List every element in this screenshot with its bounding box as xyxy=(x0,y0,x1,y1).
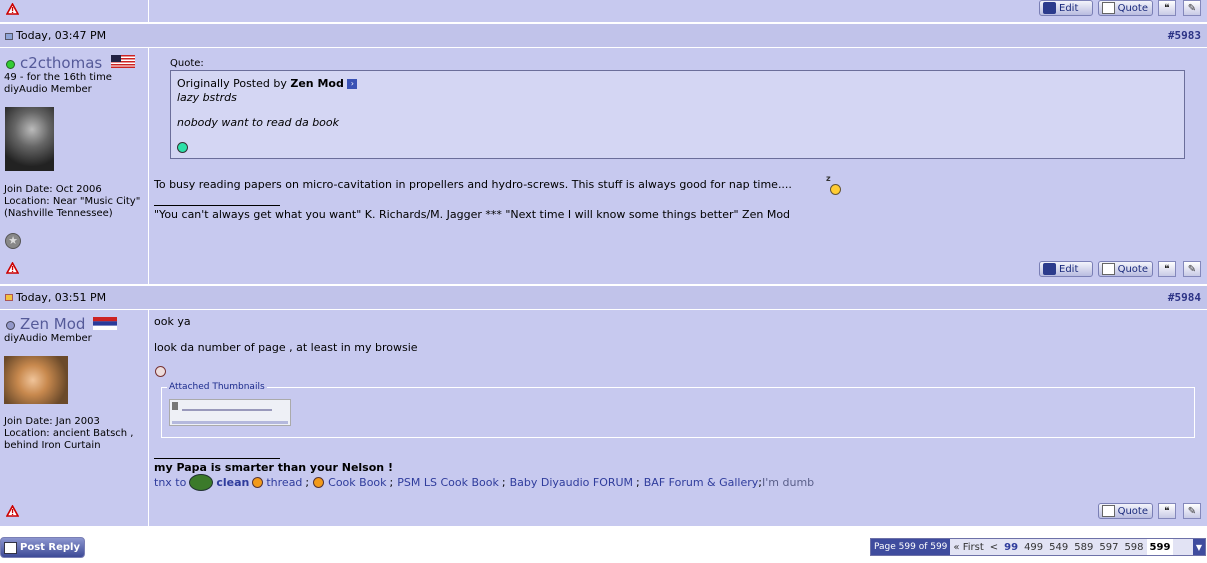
quote-author: Zen Mod xyxy=(290,77,344,90)
quote-icon xyxy=(1102,505,1115,517)
sig-link-baby-diyaudio-forum[interactable]: Baby Diyaudio FORUM xyxy=(510,476,633,489)
sig-link-baf-forum[interactable]: BAF Forum & Gallery xyxy=(644,476,759,489)
sig-link-thread[interactable]: thread xyxy=(266,476,302,489)
sig-end-text: I'm dumb xyxy=(762,476,815,489)
edit-button[interactable]: Edit xyxy=(1039,0,1093,16)
online-status-icon xyxy=(6,60,15,69)
edit-button[interactable]: Edit xyxy=(1039,261,1093,277)
post-reply-button[interactable]: Post Reply xyxy=(0,537,85,558)
thumbnail-preview-footer xyxy=(172,421,288,424)
post-line-1: ook ya xyxy=(154,315,191,328)
location: Location: ancient Batsch , behind Iron C… xyxy=(4,428,134,451)
post-number[interactable]: #5984 xyxy=(1168,291,1201,304)
attached-thumbnails-label: Attached Thumbnails xyxy=(167,382,267,392)
multiquote-button[interactable]: ❝ xyxy=(1158,0,1176,16)
quick-reply-button[interactable]: ✎ xyxy=(1183,0,1201,16)
signature-separator xyxy=(154,205,280,206)
location: Location: Near "Music City" (Nashville T… xyxy=(4,196,141,219)
smiley-icon xyxy=(155,366,166,377)
username-link[interactable]: Zen Mod xyxy=(20,315,85,333)
report-post-icon[interactable] xyxy=(6,505,19,517)
post-header-5983 xyxy=(0,23,1207,47)
post-number[interactable]: #5983 xyxy=(1168,29,1201,42)
post-date: Today, 03:47 PM xyxy=(16,29,107,42)
post-date: Today, 03:51 PM xyxy=(16,291,107,304)
multiquote-icon: ❝ xyxy=(1164,2,1170,14)
quote-line-1: lazy bstrds xyxy=(177,91,237,104)
page-link[interactable]: 499 xyxy=(1021,542,1046,553)
quick-reply-button[interactable]: ✎ xyxy=(1183,261,1201,277)
pumpkin-smiley-icon xyxy=(252,477,264,488)
quote-icon xyxy=(1102,263,1115,275)
quick-reply-icon: ✎ xyxy=(1187,2,1197,14)
us-flag-icon xyxy=(111,55,135,68)
multiquote-icon: ❝ xyxy=(1164,505,1170,517)
quote-line-2: nobody want to read da book xyxy=(177,116,340,129)
username-link[interactable]: c2cthomas xyxy=(20,54,102,72)
sig-clean-link[interactable]: clean xyxy=(216,476,249,489)
current-page: 599 xyxy=(1146,539,1174,555)
avatar[interactable] xyxy=(4,356,68,404)
post-reply-icon xyxy=(4,541,17,554)
sig-tnx-text: tnx to xyxy=(154,476,187,489)
signature-bold: my Papa is smarter than your Nelson ! xyxy=(154,461,393,474)
quote-button[interactable]: Quote xyxy=(1098,0,1153,16)
reputation-icon: ★ xyxy=(5,233,21,249)
page-link[interactable]: 598 xyxy=(1121,542,1146,553)
thumbnail-preview-line xyxy=(182,409,272,411)
quick-reply-icon: ✎ xyxy=(1187,263,1197,275)
user-rank: diyAudio Member xyxy=(4,84,92,95)
report-post-icon[interactable] xyxy=(6,3,19,15)
green-devil-smiley-icon xyxy=(189,474,214,491)
page-label: Page 599 of 599 xyxy=(871,539,951,555)
pumpkin-smiley-icon xyxy=(313,477,325,488)
signature-links: tnx to clean thread ; Cook Book ; PSM LS… xyxy=(154,474,815,491)
edit-icon xyxy=(1043,263,1056,275)
quote-button[interactable]: Quote xyxy=(1098,503,1153,519)
page-link[interactable]: 549 xyxy=(1046,542,1071,553)
join-date: Join Date: Oct 2006 xyxy=(4,184,102,195)
sleepy-smiley-icon: z xyxy=(826,174,842,195)
signature: "You can't always get what you want" K. … xyxy=(154,208,791,221)
quote-box: Originally Posted by Zen Mod › lazy bstr… xyxy=(170,70,1185,159)
quote-prefix: Originally Posted by xyxy=(177,77,287,90)
offline-status-icon xyxy=(6,321,15,330)
thumbnail-preview-bar xyxy=(172,402,178,410)
quote-label: Quote: xyxy=(170,58,204,69)
pagination: Page 599 of 599 « First < 99 499 549 589… xyxy=(870,538,1206,556)
serbia-flag-icon xyxy=(93,317,117,330)
user-rank: diyAudio Member xyxy=(4,333,92,344)
multiquote-button[interactable]: ❝ xyxy=(1158,261,1176,277)
page-menu-icon[interactable]: ▼ xyxy=(1192,539,1205,555)
join-date: Join Date: Jan 2003 xyxy=(4,416,100,427)
first-page-link[interactable]: « First xyxy=(950,542,986,553)
post-icon xyxy=(5,294,13,301)
avatar[interactable] xyxy=(5,107,54,171)
report-post-icon[interactable] xyxy=(6,262,19,274)
multiquote-button[interactable]: ❝ xyxy=(1158,503,1176,519)
green-dot-smiley-icon xyxy=(177,142,188,153)
signature-separator xyxy=(154,458,280,459)
page-link[interactable]: 589 xyxy=(1071,542,1096,553)
attached-thumbnails-box xyxy=(161,387,1195,438)
view-post-icon[interactable]: › xyxy=(347,79,358,89)
edit-icon xyxy=(1043,2,1056,14)
quote-icon xyxy=(1102,2,1115,14)
sig-link-cook-book[interactable]: Cook Book xyxy=(328,476,386,489)
page-link[interactable]: 99 xyxy=(1001,542,1021,553)
page-link[interactable]: 597 xyxy=(1096,542,1121,553)
prev-page-link[interactable]: < xyxy=(987,542,1001,553)
post-icon xyxy=(5,33,13,40)
post-line-2: look da number of page , at least in my … xyxy=(154,341,418,354)
quick-reply-button[interactable]: ✎ xyxy=(1183,503,1201,519)
post-header-5984 xyxy=(0,285,1207,309)
quote-button[interactable]: Quote xyxy=(1098,261,1153,277)
post-text: To busy reading papers on micro-cavitati… xyxy=(154,178,792,191)
multiquote-icon: ❝ xyxy=(1164,263,1170,275)
attachment-thumbnail[interactable] xyxy=(169,399,291,426)
user-title: 49 - for the 16th time xyxy=(4,72,112,83)
quick-reply-icon: ✎ xyxy=(1187,505,1197,517)
prev-post-left xyxy=(0,0,149,22)
sig-link-psm-ls-cook-book[interactable]: PSM LS Cook Book xyxy=(397,476,499,489)
